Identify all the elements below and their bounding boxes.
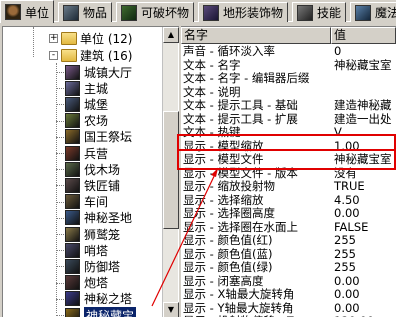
tab-units[interactable]: 单位 bbox=[0, 0, 55, 23]
tab-label: 单位 bbox=[25, 5, 50, 20]
annotation-arrow bbox=[151, 167, 219, 307]
unit-icon bbox=[5, 4, 21, 20]
